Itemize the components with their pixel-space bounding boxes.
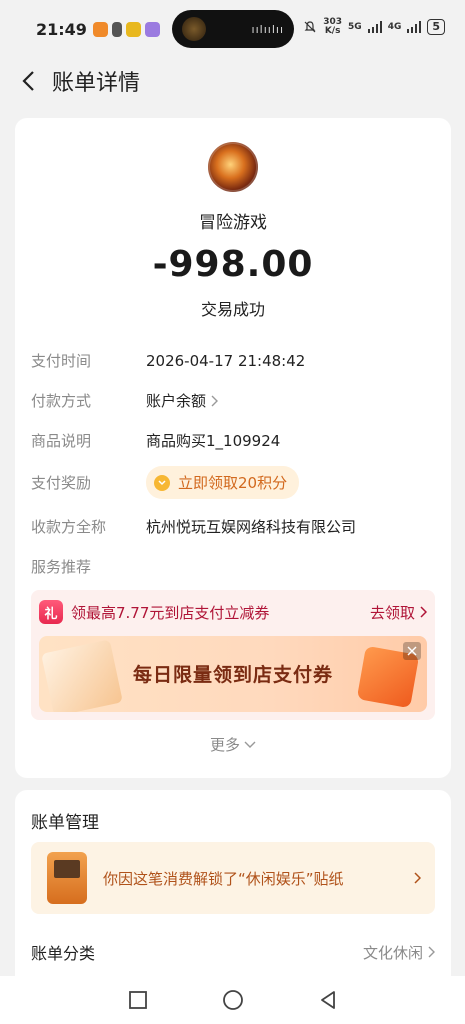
triangle-back-icon xyxy=(320,991,335,1009)
chevron-right-icon xyxy=(420,606,427,618)
chevron-right-icon xyxy=(211,395,219,406)
detail-label: 付款方式 xyxy=(31,392,92,410)
detail-row-service: 服务推荐 xyxy=(31,556,435,577)
promo-header[interactable]: 礼 领最高7.77元到店支付立减券 去领取 xyxy=(39,600,427,624)
category-value: 文化休闲 xyxy=(362,943,423,962)
app-notification-icon xyxy=(144,21,160,37)
square-icon xyxy=(128,991,147,1009)
header: 账单详情 xyxy=(0,58,465,104)
detail-value-wrap[interactable]: 账户余额 xyxy=(146,390,219,411)
sticker-text: 你因这笔消费解锁了“休闲娱乐”贴纸 xyxy=(103,869,344,888)
more-label: 更多 xyxy=(209,736,240,754)
more-button[interactable]: 更多 xyxy=(15,734,451,755)
detail-value: 杭州悦玩互娱网络科技有限公司 xyxy=(146,518,357,536)
circle-icon xyxy=(222,990,243,1010)
signal-bars-icon xyxy=(407,21,422,33)
audio-wave-icon: ıılıılıı xyxy=(251,22,284,36)
category-label: 账单分类 xyxy=(31,944,96,963)
merchant-logo-icon xyxy=(208,142,258,192)
claim-points-button[interactable]: 立即领取20积分 xyxy=(146,466,300,499)
merchant-name: 冒险游戏 xyxy=(199,213,267,233)
notification-icons xyxy=(92,21,160,37)
detail-value: 2026-04-17 21:48:42 xyxy=(146,351,306,370)
bill-management-card: 账单管理 你因这笔消费解锁了“休闲娱乐”贴纸 账单分类 文化休闲 xyxy=(15,790,451,990)
claim-points-label: 立即领取20积分 xyxy=(178,474,288,492)
chevron-down-icon xyxy=(244,741,256,748)
detail-row-payment-method[interactable]: 付款方式 账户余额 xyxy=(31,390,435,411)
detail-value: 商品购买1_109924 xyxy=(146,432,281,450)
game-console-sticker-icon xyxy=(47,852,87,904)
sticker-banner[interactable]: 你因这笔消费解锁了“休闲娱乐”贴纸 xyxy=(31,842,435,914)
coin-icon xyxy=(154,474,170,491)
detail-row-payee: 收款方全称 杭州悦玩互娱网络科技有限公司 xyxy=(31,516,435,537)
banner-text: 每日限量领到店支付券 xyxy=(132,664,333,686)
status-time: 21:49 xyxy=(36,19,87,39)
battery-saver-icon xyxy=(111,21,122,37)
recent-apps-button[interactable] xyxy=(126,988,150,1012)
claim-coupon-label: 去领取 xyxy=(369,603,415,622)
claim-coupon-link[interactable]: 去领取 xyxy=(370,602,427,623)
media-thumbnail-icon xyxy=(182,17,206,41)
promo-title: 领最高7.77元到店支付立减券 xyxy=(71,603,270,622)
detail-label: 支付时间 xyxy=(31,352,92,370)
page-title: 账单详情 xyxy=(52,71,141,96)
back-button[interactable] xyxy=(316,988,340,1012)
detail-value: 账户余额 xyxy=(146,392,207,410)
detail-row-reward: 支付奖励 立即领取20积分 xyxy=(31,466,435,499)
section-title: 账单管理 xyxy=(31,813,99,833)
transaction-status: 交易成功 xyxy=(200,300,265,319)
status-right: 303 K/s 5G 4G 5 xyxy=(303,18,445,36)
promo-banner[interactable]: 每日限量领到店支付券 xyxy=(39,636,427,712)
signal-5g: 5G xyxy=(348,21,362,32)
dynamic-island[interactable]: ıılıılıı xyxy=(172,10,294,48)
home-button[interactable] xyxy=(221,988,245,1012)
signal-bars-icon xyxy=(367,21,382,33)
service-promo: 礼 领最高7.77元到店支付立减券 去领取 每日限量领到店支付券 xyxy=(31,590,435,720)
battery-icon: 5 xyxy=(427,19,445,35)
detail-label: 商品说明 xyxy=(31,432,92,450)
close-icon[interactable] xyxy=(403,642,421,660)
system-nav-bar xyxy=(0,976,465,1024)
bill-detail-card: 冒险游戏 -998.00 交易成功 支付时间 2026-04-17 21:48:… xyxy=(15,118,451,778)
detail-label: 服务推荐 xyxy=(31,558,92,576)
net-speed-unit: K/s xyxy=(324,26,341,36)
chevron-right-icon xyxy=(414,872,421,884)
detail-label: 支付奖励 xyxy=(31,474,92,492)
signal-4g: 4G xyxy=(387,21,402,32)
category-value-wrap: 文化休闲 xyxy=(363,942,435,963)
chevron-right-icon xyxy=(428,946,435,958)
detail-label: 收款方全称 xyxy=(31,518,107,536)
app-notification-icon xyxy=(125,21,141,37)
mute-bell-icon xyxy=(304,21,316,33)
detail-row-product: 商品说明 商品购买1_109924 xyxy=(31,430,435,451)
gift-icon: 礼 xyxy=(39,600,63,624)
bill-category-row[interactable]: 账单分类 文化休闲 xyxy=(31,940,435,964)
back-arrow-icon[interactable] xyxy=(16,69,40,93)
transaction-amount: -998.00 xyxy=(152,244,314,285)
detail-row-pay-time: 支付时间 2026-04-17 21:48:42 xyxy=(31,350,435,371)
app-notification-icon xyxy=(92,21,108,37)
